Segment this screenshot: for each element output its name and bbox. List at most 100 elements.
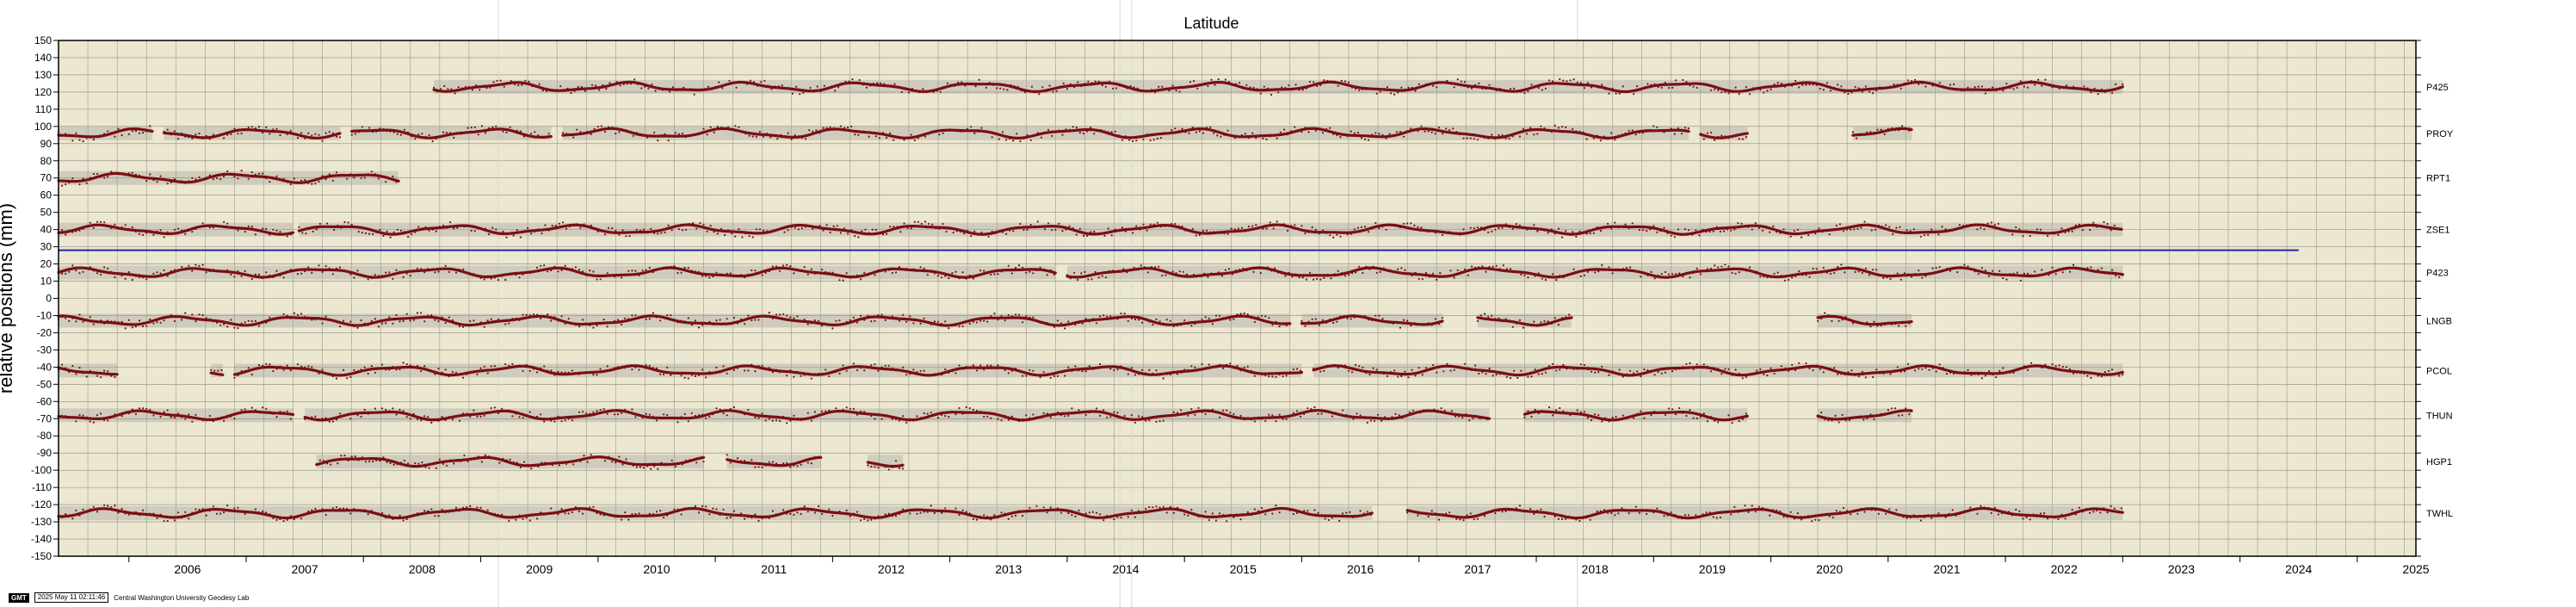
data-point bbox=[518, 364, 521, 367]
data-point bbox=[1340, 364, 1343, 367]
data-point bbox=[356, 326, 359, 329]
data-point bbox=[176, 315, 180, 318]
data-point bbox=[958, 325, 961, 328]
data-point bbox=[1822, 267, 1825, 269]
data-point bbox=[382, 127, 385, 131]
data-point bbox=[534, 464, 536, 467]
data-point bbox=[473, 273, 475, 276]
data-point bbox=[1049, 376, 1052, 379]
data-point bbox=[1035, 374, 1038, 377]
data-point bbox=[509, 126, 511, 128]
data-point bbox=[852, 316, 856, 319]
data-point bbox=[1498, 510, 1500, 512]
data-point bbox=[92, 139, 95, 141]
data-point bbox=[107, 370, 109, 373]
data-point bbox=[550, 507, 553, 510]
data-point bbox=[715, 319, 718, 322]
data-point bbox=[107, 267, 109, 270]
data-point bbox=[1019, 222, 1022, 226]
data-point bbox=[590, 133, 592, 135]
data-point bbox=[751, 269, 753, 272]
data-point bbox=[1819, 270, 1821, 273]
data-point bbox=[1406, 222, 1409, 225]
data-point bbox=[831, 514, 834, 517]
data-point bbox=[441, 316, 443, 319]
data-point bbox=[726, 454, 728, 456]
data-point bbox=[247, 177, 250, 180]
data-point bbox=[2044, 273, 2047, 276]
data-point bbox=[991, 136, 993, 139]
data-point bbox=[1378, 314, 1381, 317]
data-point bbox=[321, 175, 324, 177]
data-point bbox=[279, 411, 281, 413]
data-point bbox=[997, 319, 999, 321]
data-point bbox=[1720, 91, 1723, 94]
data-point bbox=[1355, 363, 1357, 367]
data-point bbox=[1931, 84, 1934, 87]
data-point bbox=[2093, 372, 2096, 375]
data-point bbox=[1670, 234, 1672, 237]
data-point bbox=[1123, 367, 1126, 369]
data-point bbox=[729, 323, 732, 325]
data-point bbox=[635, 466, 638, 468]
data-point bbox=[835, 275, 837, 277]
data-point bbox=[1446, 362, 1449, 365]
data-point bbox=[1344, 275, 1346, 277]
data-point bbox=[2026, 86, 2029, 89]
data-point bbox=[103, 133, 106, 135]
data-point bbox=[547, 313, 549, 316]
data-point bbox=[1977, 273, 1980, 276]
data-point bbox=[1175, 90, 1177, 92]
data-point bbox=[817, 455, 820, 459]
data-point bbox=[1288, 322, 1291, 325]
data-point bbox=[631, 368, 633, 371]
data-point bbox=[1987, 88, 1991, 90]
data-point bbox=[1552, 414, 1554, 417]
data-point bbox=[286, 270, 288, 273]
data-point bbox=[504, 278, 507, 282]
data-point bbox=[986, 364, 989, 367]
data-point bbox=[1683, 228, 1687, 231]
data-point bbox=[1136, 87, 1139, 90]
data-point bbox=[1663, 131, 1665, 133]
data-point bbox=[1206, 229, 1208, 232]
data-point bbox=[1305, 87, 1307, 90]
data-point bbox=[690, 507, 694, 510]
data-point bbox=[184, 135, 187, 138]
data-point bbox=[1518, 135, 1521, 138]
data-point bbox=[2110, 505, 2112, 508]
data-point bbox=[1172, 411, 1175, 413]
data-point bbox=[740, 365, 743, 368]
data-point bbox=[723, 127, 726, 131]
data-point bbox=[930, 412, 932, 414]
data-point bbox=[1476, 226, 1479, 229]
data-point bbox=[1814, 232, 1817, 235]
data-point bbox=[775, 369, 778, 371]
data-point bbox=[909, 269, 911, 271]
data-point bbox=[96, 172, 99, 176]
data-point bbox=[1177, 225, 1180, 227]
data-point bbox=[537, 465, 540, 468]
data-point bbox=[993, 514, 996, 517]
data-point bbox=[1844, 373, 1846, 375]
data-point bbox=[78, 183, 81, 186]
data-point bbox=[683, 507, 686, 510]
data-point bbox=[1417, 226, 1419, 228]
data-point bbox=[727, 229, 730, 232]
data-point bbox=[1902, 516, 1905, 518]
data-point bbox=[1046, 321, 1048, 325]
data-point bbox=[1780, 275, 1782, 277]
data-point bbox=[634, 314, 637, 317]
data-point bbox=[1275, 420, 1277, 423]
data-point bbox=[1288, 84, 1290, 87]
data-point bbox=[490, 365, 492, 368]
data-point bbox=[1174, 127, 1177, 130]
data-point bbox=[842, 364, 844, 367]
data-point bbox=[1029, 369, 1031, 371]
data-point bbox=[2000, 512, 2004, 515]
data-point bbox=[522, 517, 524, 521]
data-point bbox=[476, 276, 479, 278]
data-point bbox=[1313, 406, 1316, 409]
data-point bbox=[959, 130, 961, 133]
data-point bbox=[428, 133, 430, 137]
